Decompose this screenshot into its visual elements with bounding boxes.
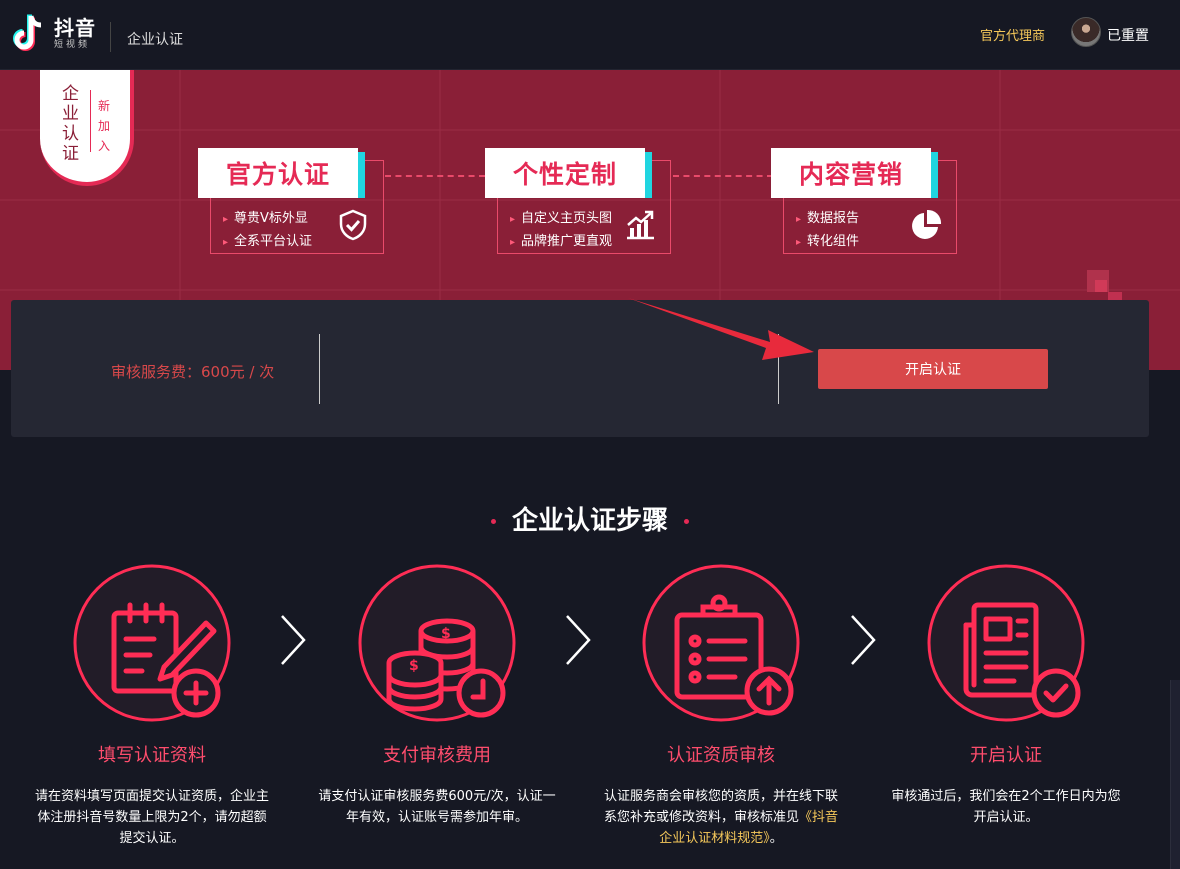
official-agent-link[interactable]: 官方代理商 [980,25,1045,44]
step-description: 请支付认证审核服务费600元/次，认证一年有效，认证账号需参加年审。 [318,789,556,825]
feature-title: 个性定制 [485,148,645,198]
header-divider [110,22,111,52]
tag-main-text: 企业认证 [62,84,79,164]
pie-chart-icon [912,209,942,239]
steps-title-text: 企业认证步骤 [511,506,668,536]
feature-connector [673,175,773,177]
feature-title: 官方认证 [198,148,358,198]
feature-list: 自定义主页头图 品牌推广更直观 [510,208,612,254]
chevron-right-icon [566,615,591,665]
chevron-right-icon [281,615,306,665]
chevron-right-icon [851,615,876,665]
feature-list: 尊贵V标外显 全系平台认证 [223,208,312,254]
feature-item: 品牌推广更直观 [510,231,612,254]
title-dot [490,519,496,524]
username[interactable]: 已重置 [1107,25,1149,45]
feature-official-cert: 官方认证 尊贵V标外显 全系平台认证 [198,148,384,254]
tag-divider [90,90,91,152]
feature-custom: 个性定制 自定义主页头图 品牌推广更直观 [485,148,671,254]
step-description: 认证服务商会审核您的资质，并在线下联系您补充或修改资料，审核标准见《抖音企业认证… [601,786,841,849]
feature-title: 内容营销 [771,148,931,198]
step-description: 请在资料填写页面提交认证资质，企业主体注册抖音号数量上限为2个，请勿超额提交认证… [34,789,269,846]
steps-section-title: 企业认证步骤 [0,500,1180,537]
feature-item: 数据报告 [796,208,859,231]
service-fee-text: 审核服务费：600元 / 次 [111,363,275,381]
form-edit-icon [73,564,231,722]
growth-chart-icon [627,210,654,240]
svg-text:$: $ [441,626,451,642]
coins-payment-icon: $ $ [358,564,516,722]
step-description-end: 。 [769,831,783,846]
step-name: 支付审核费用 [383,745,491,766]
feature-connector [385,175,485,177]
step-name: 填写认证资料 [98,745,206,766]
start-certification-button[interactable]: 开启认证 [818,349,1048,389]
shield-check-icon [339,209,367,241]
logo-name: 抖音 [54,16,96,40]
pricing-divider [319,334,320,404]
svg-text:$: $ [409,658,419,674]
avatar[interactable] [1071,17,1101,47]
feature-item: 转化组件 [796,231,859,254]
title-dot [684,519,689,524]
step-description: 审核通过后，我们会在2个工作日内为您开启认证。 [891,789,1121,825]
douyin-logo[interactable]: 抖音 短视频 [12,12,96,56]
page-section-title: 企业认证 [127,32,183,48]
feature-item: 全系平台认证 [223,231,312,254]
logo-subtitle: 短视频 [54,40,91,50]
feature-item: 尊贵V标外显 [223,208,312,231]
douyin-note-icon [13,14,42,51]
page-scrollbar[interactable] [1170,680,1180,869]
tag-sub-text: 新加入 [98,99,111,153]
clipboard-upload-icon [642,564,800,722]
enterprise-cert-new-tag: 企业认证 新加入 [40,70,134,186]
feature-list: 数据报告 转化组件 [796,208,859,254]
document-check-icon [927,564,1085,722]
feature-content-marketing: 内容营销 数据报告 转化组件 [771,148,957,254]
feature-item: 自定义主页头图 [510,208,612,231]
step-name: 开启认证 [970,745,1042,766]
pointer-arrow-icon [628,298,814,360]
step-name: 认证资质审核 [667,745,775,766]
top-header: 抖音 短视频 企业认证 官方代理商 已重置 [0,0,1180,70]
